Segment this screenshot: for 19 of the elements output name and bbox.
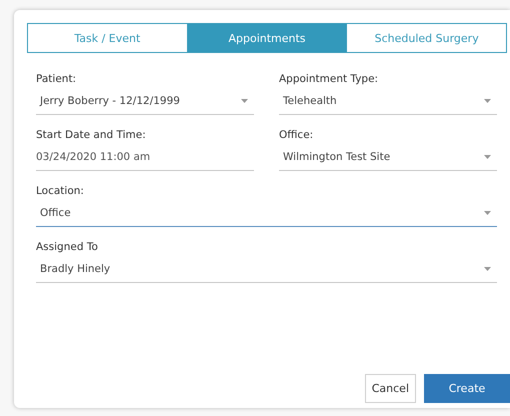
caret-icon [484,211,491,215]
field-label: Office: [279,129,314,141]
field-label: Patient: [36,73,78,85]
dropdown-field[interactable]: Office [36,203,497,227]
field-label: Start Date and Time: [36,129,147,141]
dropdown-field[interactable]: Bradly Hinely [36,259,497,283]
caret-icon [484,99,491,103]
input-field[interactable]: 03/24/2020 11:00 am [36,147,254,171]
dropdown-field[interactable]: Wilmington Test Site [279,147,497,171]
caret-icon [484,155,491,159]
dropdown-field[interactable]: Jerry Boberry - 12/12/1999 [36,91,254,115]
field-label: Assigned To [36,241,99,253]
secondary-button[interactable]: Cancel [364,374,416,403]
caret-icon [484,267,491,271]
primary-button[interactable]: Create [424,374,510,403]
field-label: Appointment Type: [279,73,380,85]
field-label: Location: [36,185,85,197]
dropdown-field[interactable]: Telehealth [279,91,497,115]
caret-icon [241,99,248,103]
